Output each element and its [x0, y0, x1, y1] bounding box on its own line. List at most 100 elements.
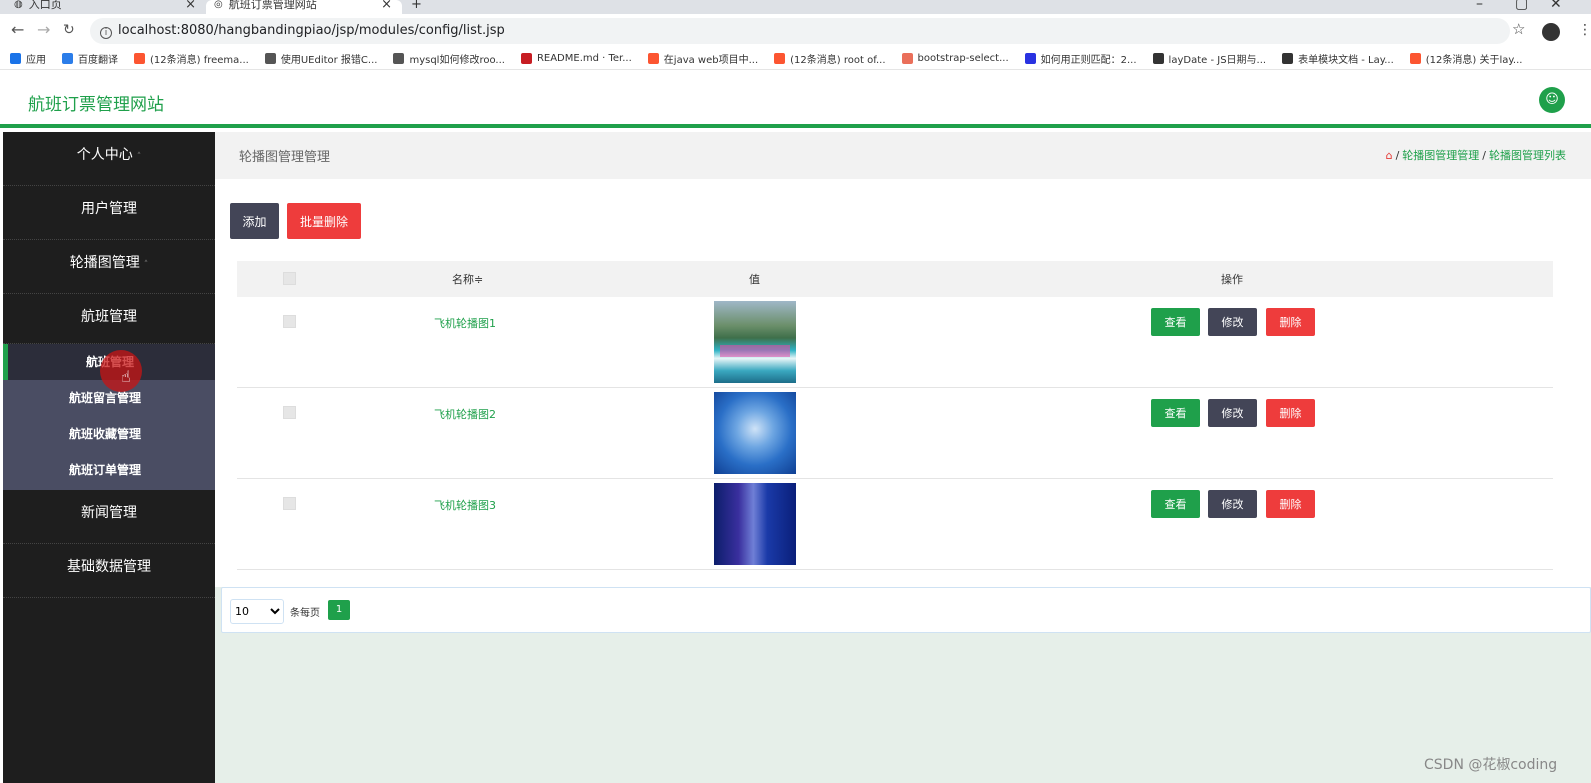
- column-header-name[interactable]: 名称≑: [452, 271, 483, 287]
- bookmark-label: 如何用正则匹配：2...: [1040, 55, 1137, 66]
- home-icon[interactable]: ⌂: [1386, 149, 1393, 162]
- sort-icon[interactable]: ≑: [474, 273, 483, 286]
- data-table: 名称≑ 值 操作 飞机轮播图1 查看 修改 删除 飞机轮播图2 查看 修改 删除…: [237, 261, 1553, 570]
- bookmark-label: README.md · Ter...: [536, 53, 632, 64]
- batch-delete-button[interactable]: 批量删除: [287, 203, 361, 239]
- edit-button[interactable]: 修改: [1208, 490, 1257, 518]
- bookmark-item[interactable]: (12条消息) freema...: [134, 51, 249, 66]
- bookmark-label: bootstrap-select...: [917, 53, 1009, 64]
- view-button[interactable]: 查看: [1151, 490, 1200, 518]
- dark-blue-abstract-image: [714, 483, 796, 565]
- column-header-actions: 操作: [1221, 273, 1243, 286]
- bookmark-item[interactable]: (12条消息) 关于lay...: [1409, 51, 1523, 66]
- bookmark-label: (12条消息) 关于lay...: [1425, 55, 1523, 66]
- user-icon[interactable]: ☺: [1539, 87, 1565, 113]
- bookmark-item[interactable]: (12条消息) root of...: [774, 51, 886, 66]
- sidebar-item-label: 个人中心: [76, 147, 133, 163]
- breadcrumb-separator: /: [1482, 149, 1486, 162]
- browser-tab-entry[interactable]: ◍ 入口页 ×: [14, 0, 204, 14]
- bookmark-item[interactable]: 在java web项目中...: [647, 51, 759, 66]
- bookmark-item[interactable]: README.md · Ter...: [520, 53, 632, 64]
- hand-cursor-icon: ☝: [121, 367, 131, 386]
- sidebar-item-personal-center[interactable]: 个人中心 ˄: [3, 132, 215, 186]
- sidebar-item-label: 新闻管理: [81, 505, 137, 521]
- more-menu-icon[interactable]: ⋮: [1578, 22, 1591, 38]
- blue-abstract-image: [714, 392, 796, 474]
- jianshu-icon: [901, 53, 913, 64]
- row-checkbox[interactable]: [283, 406, 296, 419]
- bookmark-label: (12条消息) freema...: [150, 55, 249, 66]
- row-name: 飞机轮播图3: [434, 499, 496, 512]
- bookmark-label: 在java web项目中...: [663, 55, 759, 66]
- tab-close-icon[interactable]: ×: [185, 0, 196, 11]
- select-all-checkbox[interactable]: [283, 272, 296, 285]
- sidebar-item-label: 基础数据管理: [67, 559, 151, 575]
- view-button[interactable]: 查看: [1151, 308, 1200, 336]
- sidebar-item-label: 轮播图管理: [69, 255, 140, 271]
- row-name: 飞机轮播图2: [434, 408, 496, 421]
- per-page-label: 条每页: [290, 608, 320, 619]
- table-row: 飞机轮播图2 查看 修改 删除: [237, 388, 1553, 479]
- bookmark-item[interactable]: layDate - JS日期与...: [1152, 51, 1266, 66]
- reload-icon[interactable]: ↻: [63, 20, 75, 40]
- bookmark-item[interactable]: bootstrap-select...: [901, 53, 1009, 64]
- tab-label: 入口页: [28, 0, 62, 11]
- page-root: ◍ 入口页 × ◎ 航班订票管理网站 × + – ▢ ✕ ← → ↻ i loca…: [0, 0, 1591, 783]
- apps-icon: [10, 53, 21, 64]
- submenu-item-flight-order[interactable]: 航班订单管理: [3, 452, 215, 488]
- minimize-icon[interactable]: –: [1476, 0, 1483, 12]
- window-close-icon[interactable]: ✕: [1550, 0, 1562, 12]
- restore-icon[interactable]: ▢: [1515, 0, 1528, 12]
- bookmark-star-icon[interactable]: ☆: [1512, 20, 1525, 38]
- delete-button[interactable]: 删除: [1266, 308, 1315, 336]
- bookmark-item[interactable]: 百度翻译: [62, 51, 118, 66]
- list-panel: 添加 批量删除 名称≑ 值 操作 飞机轮播图1 查看 修改 删除 飞机轮播图2 …: [215, 179, 1591, 587]
- breadcrumb-item-current: 轮播图管理列表: [1489, 149, 1566, 162]
- address-bar[interactable]: i localhost:8080/hangbandingpiao/jsp/modu…: [90, 18, 1510, 44]
- delete-button[interactable]: 删除: [1266, 490, 1315, 518]
- new-tab-button[interactable]: +: [411, 0, 422, 14]
- bookmark-item[interactable]: 应用: [10, 51, 46, 66]
- page-number-current[interactable]: 1: [328, 600, 350, 620]
- add-button[interactable]: 添加: [230, 203, 279, 239]
- layui-icon: [1282, 53, 1294, 64]
- baidu-icon: [1024, 53, 1036, 64]
- row-checkbox[interactable]: [283, 497, 296, 510]
- profile-icon[interactable]: [1542, 23, 1560, 41]
- edit-button[interactable]: 修改: [1208, 308, 1257, 336]
- globe-icon: ◍: [14, 0, 23, 10]
- url-text: localhost:8080/hangbandingpiao/jsp/modul…: [118, 23, 505, 38]
- sidebar-item-user-management[interactable]: 用户管理: [3, 186, 215, 240]
- back-icon[interactable]: ←: [11, 20, 24, 40]
- bookmark-item[interactable]: mysql如何修改roo...: [393, 51, 505, 66]
- edit-button[interactable]: 修改: [1208, 399, 1257, 427]
- info-icon[interactable]: i: [100, 27, 112, 39]
- breadcrumb-item[interactable]: 轮播图管理管理: [1402, 149, 1479, 162]
- tab-close-icon[interactable]: ×: [381, 0, 392, 11]
- scenic-river-image: [714, 301, 796, 383]
- submenu-item-flight-favorite[interactable]: 航班收藏管理: [3, 416, 215, 452]
- row-checkbox[interactable]: [283, 315, 296, 328]
- bookmark-item[interactable]: 如何用正则匹配：2...: [1024, 51, 1137, 66]
- column-header-value: 值: [749, 273, 760, 286]
- sidebar-item-basic-data[interactable]: 基础数据管理: [3, 544, 215, 598]
- page-title: 轮播图管理管理: [239, 150, 331, 165]
- table-row: 飞机轮播图1 查看 修改 删除: [237, 297, 1553, 388]
- sidebar-item-news-management[interactable]: 新闻管理: [3, 490, 215, 544]
- bookmark-label: 应用: [26, 55, 46, 66]
- forward-icon[interactable]: →: [37, 20, 50, 40]
- sidebar-item-flight-management[interactable]: 航班管理: [3, 294, 215, 344]
- sidebar-item-carousel-management[interactable]: 轮播图管理 ˄: [3, 240, 215, 294]
- bookmark-item[interactable]: 使用UEditor 报错C...: [264, 51, 378, 66]
- bookmark-item[interactable]: 表单模块文档 - Lay...: [1282, 51, 1394, 66]
- browser-tab-active[interactable]: ◎ 航班订票管理网站 ×: [206, 0, 402, 14]
- sidebar-item-label: 航班管理: [81, 309, 137, 325]
- bookmark-label: (12条消息) root of...: [790, 55, 886, 66]
- bookmark-label: 使用UEditor 报错C...: [280, 55, 378, 66]
- ueditor-icon: [264, 53, 276, 64]
- delete-button[interactable]: 删除: [1266, 399, 1315, 427]
- caret-up-icon: ˄: [136, 152, 142, 162]
- view-button[interactable]: 查看: [1151, 399, 1200, 427]
- page-size-select[interactable]: 10: [230, 599, 284, 624]
- layui-icon: [1152, 53, 1164, 64]
